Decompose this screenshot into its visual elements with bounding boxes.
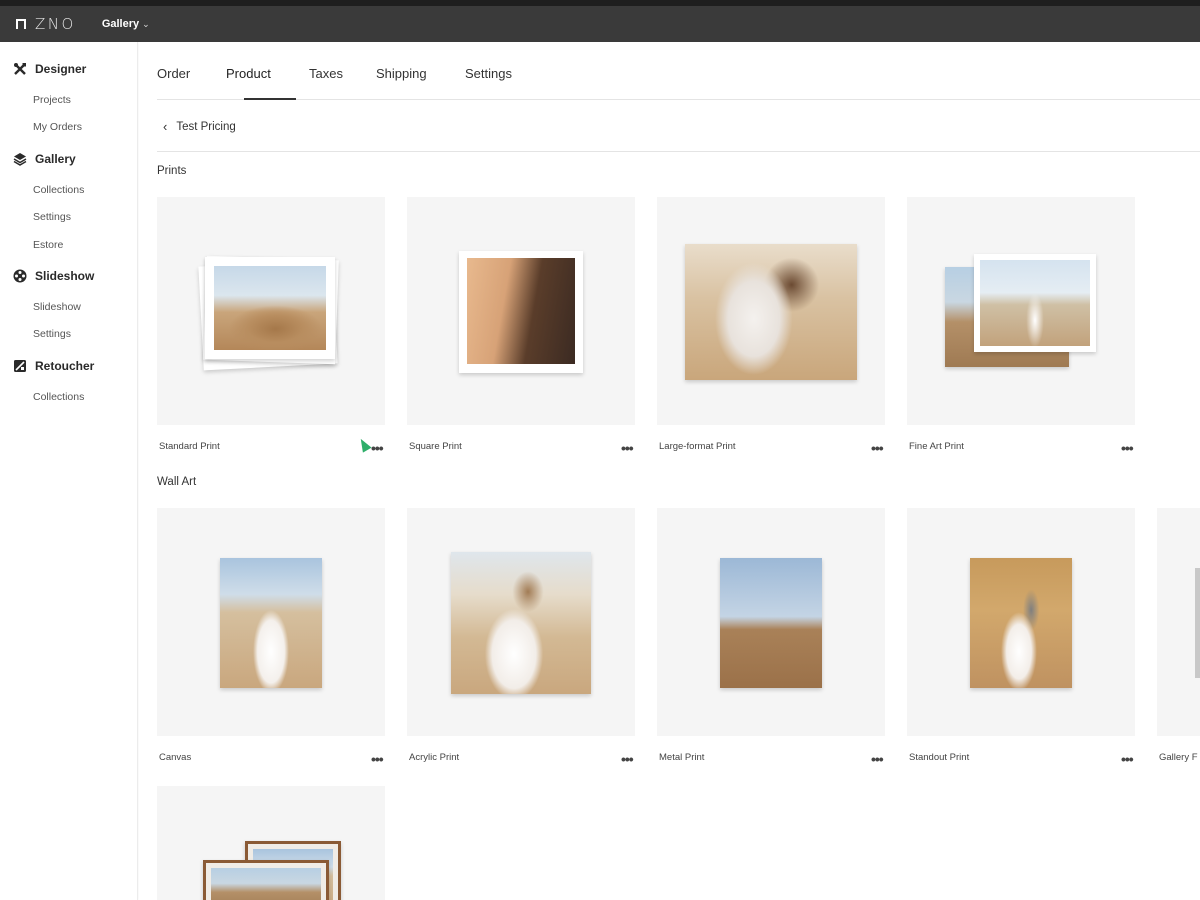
top-bar: ZNO Gallery ⌄	[0, 0, 1200, 42]
tab-taxes[interactable]: Taxes	[309, 66, 343, 81]
framed-photo-front	[211, 868, 321, 900]
more-options-icon[interactable]: •••	[1121, 752, 1134, 766]
main-content: Order Product Taxes Shipping Settings ‹ …	[139, 42, 1200, 900]
fine-art-front-frame	[974, 254, 1096, 352]
cliff-photo	[720, 558, 822, 688]
more-options-icon[interactable]: •••	[621, 752, 634, 766]
film-reel-icon	[13, 269, 27, 283]
chevron-down-icon: ⌄	[142, 18, 150, 29]
layers-icon	[13, 152, 27, 166]
product-card-acrylic-print[interactable]	[407, 508, 635, 736]
tab-settings[interactable]: Settings	[465, 66, 512, 81]
sidebar-item-gallery-settings[interactable]: Settings	[33, 211, 71, 223]
product-card-square-print[interactable]	[407, 197, 635, 425]
app-switcher-label: Gallery	[101, 18, 140, 30]
sidebar-section-designer[interactable]: Designer	[13, 62, 86, 76]
product-card-fine-art-print[interactable]	[907, 197, 1135, 425]
sidebar-section-label: Retoucher	[35, 359, 95, 373]
product-name: Canvas	[159, 752, 192, 763]
tab-order[interactable]: Order	[157, 66, 190, 81]
product-name: Metal Print	[659, 752, 705, 763]
zno-logo[interactable]: ZNO	[16, 15, 76, 33]
more-options-icon[interactable]: •••	[371, 752, 384, 766]
more-options-icon[interactable]: •••	[871, 752, 884, 766]
product-card-gallery-frame[interactable]	[1157, 508, 1200, 736]
product-name: Acrylic Print	[409, 752, 460, 763]
print-front	[205, 257, 335, 359]
breadcrumb[interactable]: ‹ Test Pricing	[163, 119, 236, 134]
square-print-frame	[459, 251, 583, 373]
app-switcher[interactable]: Gallery ⌄	[102, 18, 150, 30]
product-card-metal-print[interactable]	[657, 508, 885, 736]
frame-edge	[1195, 568, 1200, 678]
couple-desert-photo	[980, 260, 1090, 346]
logo-mark-icon	[16, 19, 26, 29]
kiss-photo	[467, 258, 575, 364]
tools-icon	[13, 62, 27, 76]
divider	[157, 151, 1200, 152]
framed-print-front	[203, 860, 329, 900]
sidebar: Designer Projects My Orders Gallery Coll…	[0, 42, 138, 900]
sidebar-section-slideshow[interactable]: Slideshow	[13, 269, 94, 283]
breadcrumb-label: Test Pricing	[176, 120, 236, 133]
section-title-prints: Prints	[157, 165, 187, 177]
retouch-icon	[13, 359, 27, 373]
sidebar-section-retoucher[interactable]: Retoucher	[13, 359, 94, 373]
product-name: Square Print	[409, 441, 462, 452]
more-options-icon[interactable]: •••	[621, 441, 634, 455]
sidebar-item-my-orders[interactable]: My Orders	[33, 121, 82, 133]
active-tab-indicator	[244, 98, 296, 100]
more-options-icon[interactable]: •••	[1121, 441, 1134, 455]
canyon-couple-photo	[970, 558, 1072, 688]
sidebar-section-label: Designer	[35, 62, 87, 76]
bride-wind-photo	[451, 552, 591, 694]
more-options-icon[interactable]: •••	[371, 441, 384, 455]
bride-desert-photo	[220, 558, 322, 688]
product-card-standard-print[interactable]	[157, 197, 385, 425]
product-name: Standout Print	[909, 752, 970, 763]
logo-text: ZNO	[35, 15, 76, 33]
product-name: Gallery F	[1159, 752, 1198, 763]
tab-product[interactable]: Product	[226, 66, 271, 81]
sidebar-item-slideshow-settings[interactable]: Settings	[33, 328, 71, 340]
sidebar-item-estore[interactable]: Estore	[33, 239, 63, 251]
sidebar-section-label: Gallery	[35, 152, 76, 166]
section-title-wall-art: Wall Art	[157, 476, 197, 488]
sidebar-section-label: Slideshow	[35, 269, 95, 283]
couple-embrace-photo	[685, 244, 857, 380]
sidebar-item-collections[interactable]: Collections	[33, 184, 84, 196]
product-card-canvas[interactable]	[157, 508, 385, 736]
back-arrow-icon[interactable]: ‹	[163, 119, 167, 134]
more-options-icon[interactable]: •••	[871, 441, 884, 455]
product-name: Fine Art Print	[909, 441, 964, 452]
product-name: Standard Print	[159, 441, 220, 452]
tab-shipping[interactable]: Shipping	[376, 66, 427, 81]
product-name: Large-format Print	[659, 441, 736, 452]
sidebar-section-gallery[interactable]: Gallery	[13, 152, 76, 166]
product-card-large-format-print[interactable]	[657, 197, 885, 425]
product-card-standout-print[interactable]	[907, 508, 1135, 736]
desert-rocks-photo	[214, 266, 326, 350]
product-card-framed-print[interactable]	[157, 786, 385, 900]
tab-bar: Order Product Taxes Shipping Settings	[157, 42, 1200, 100]
sidebar-item-retoucher-collections[interactable]: Collections	[33, 391, 84, 403]
sidebar-item-projects[interactable]: Projects	[33, 94, 71, 106]
sidebar-item-slideshow[interactable]: Slideshow	[33, 301, 81, 313]
